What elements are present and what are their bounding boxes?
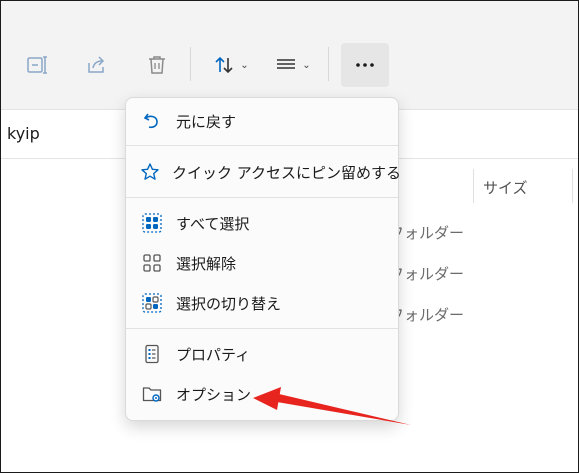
annotation-arrow (253, 387, 411, 425)
explorer-window: ⌄ ⌄ kyip サイズ フォルダー フォルダー フォルダー 元に戻す クイック… (0, 0, 579, 473)
